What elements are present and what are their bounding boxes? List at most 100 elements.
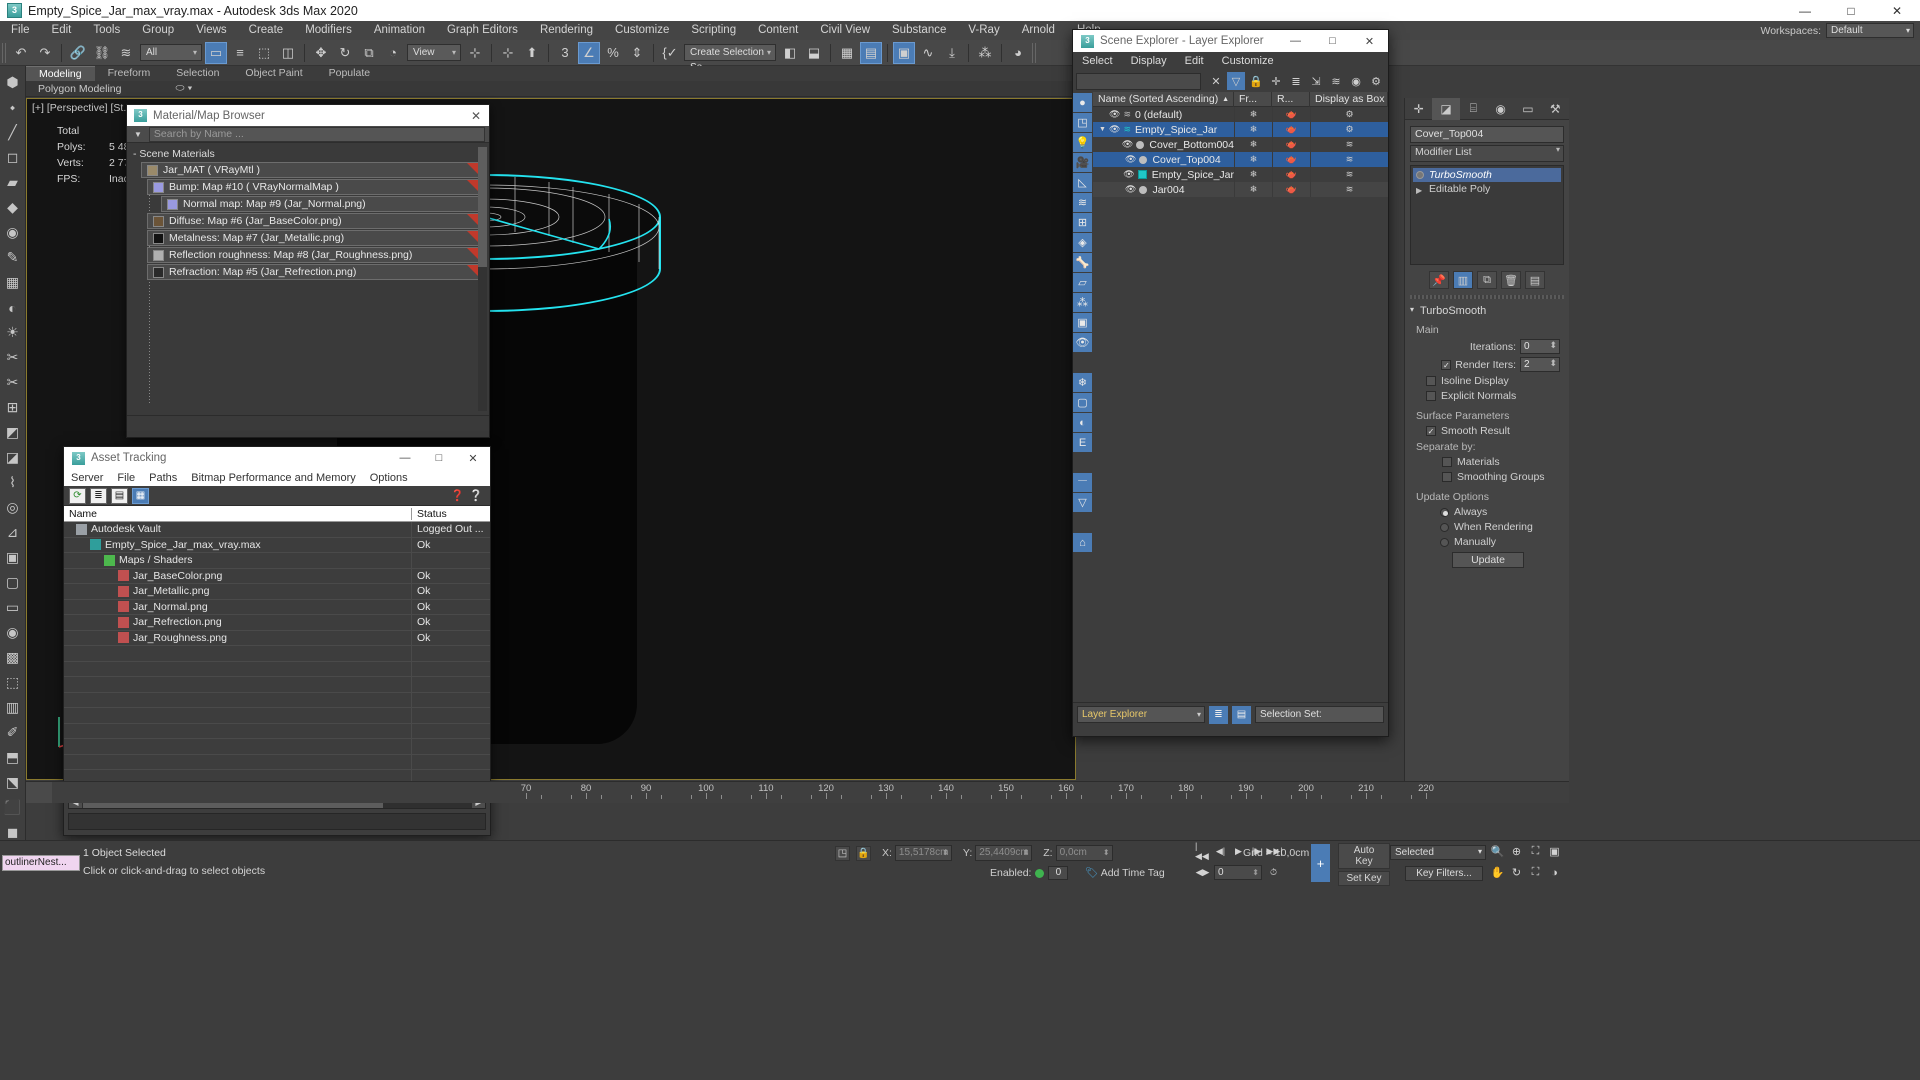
ribbon-tab-modeling[interactable]: Modeling [26, 66, 95, 81]
coord-y-value[interactable]: 25,4409cm [975, 845, 1033, 861]
modifier-enabled-icon[interactable] [1416, 171, 1424, 179]
toolbar-grip-2[interactable] [1032, 42, 1037, 63]
scene-explorer-menu-select[interactable]: Select [1073, 55, 1122, 67]
named-selection-sets-input[interactable]: Create Selection Se [684, 44, 776, 73]
filter-eye-icon[interactable]: 👁 [1073, 333, 1092, 352]
swift-loop-icon[interactable]: ◉ [2, 220, 24, 245]
filter-all-icon[interactable]: ● [1073, 93, 1092, 112]
select-and-scale-icon[interactable]: ⧉ [358, 42, 380, 64]
filter-particles-icon[interactable]: ⁂ [1073, 293, 1092, 312]
tab-hierarchy[interactable]: ⌸ [1460, 98, 1487, 120]
asset-row[interactable]: Autodesk Vault Logged Out ... [64, 522, 490, 538]
outliner-nest-tab[interactable]: outlinerNest... [2, 855, 80, 871]
maximize-viewport-icon[interactable]: ⛶ [1528, 865, 1543, 880]
menu-edit[interactable]: Edit [41, 21, 83, 40]
filter-xrefs-icon[interactable]: ◈ [1073, 233, 1092, 252]
renderable-cell[interactable]: 🫖 [1272, 137, 1310, 152]
selection-set-field[interactable]: Selection Set: [1255, 706, 1384, 723]
tessellate-icon[interactable]: ▩ [2, 645, 24, 670]
menu-file[interactable]: File [0, 21, 41, 40]
modifier-stack[interactable]: TurboSmooth ▶ Editable Poly [1410, 165, 1564, 265]
renderable-cell[interactable]: 🫖 [1272, 107, 1310, 122]
menu-content[interactable]: Content [747, 21, 809, 40]
menu-graph-editors[interactable]: Graph Editors [436, 21, 529, 40]
material-map-browser-window[interactable]: 3 Material/Map Browser ✕ ▼ Search by Nam… [126, 104, 490, 438]
scene-explorer-menu-display[interactable]: Display [1122, 55, 1176, 67]
visibility-eye-icon[interactable]: 👁 [1125, 154, 1136, 165]
coord-x-value[interactable]: 15,5178cm [894, 845, 952, 861]
tab-display[interactable]: ▭ [1514, 98, 1541, 120]
schematic-view-icon[interactable]: ⤓ [941, 42, 963, 64]
tab-motion[interactable]: ◉ [1487, 98, 1514, 120]
display-as-box-cell[interactable]: ≋ [1310, 167, 1388, 182]
snap-3d-icon[interactable]: 3 [554, 42, 576, 64]
filter-lights-icon[interactable]: 💡 [1073, 133, 1092, 152]
rectangular-selection-region-icon[interactable]: ⬚ [253, 42, 275, 64]
pin-stack-icon[interactable]: 📌 [1429, 271, 1449, 289]
asset-tracking-close-button[interactable]: ✕ [456, 447, 490, 469]
filter-frozen-icon[interactable]: ❄ [1073, 373, 1092, 392]
ribbon-tab-selection[interactable]: Selection [163, 66, 232, 81]
quick-slice-icon[interactable]: ✂ [2, 345, 24, 370]
inset-icon[interactable]: ▢ [2, 570, 24, 595]
question-icon[interactable]: ❓ [451, 489, 465, 502]
frozen-cell[interactable]: ❄ [1234, 167, 1272, 182]
scene-explorer-row[interactable]: ▼ 👁 ≋ Empty_Spice_Jar ❄ 🫖 ⚙ [1093, 122, 1388, 137]
list-icon[interactable]: ≣ [90, 487, 107, 504]
configure-modifier-sets-icon[interactable]: ▤ [1525, 271, 1545, 289]
filter-cameras-icon[interactable]: 🎥 [1073, 153, 1092, 172]
outline-icon[interactable]: ▭ [2, 595, 24, 620]
unlink-selection-icon[interactable]: ⛓ [91, 42, 113, 64]
asset-row[interactable]: Jar_Metallic.png Ok [64, 583, 490, 600]
reference-coordinate-system-select[interactable]: View [407, 44, 461, 61]
menu-tools[interactable]: Tools [82, 21, 131, 40]
key-mode-select[interactable]: Selected [1390, 845, 1486, 860]
render-iters-checkbox[interactable] [1441, 359, 1452, 370]
orbit-icon[interactable]: ↻ [1509, 865, 1524, 880]
isoline-display-checkbox[interactable] [1426, 376, 1436, 386]
details-icon[interactable]: ▤ [111, 487, 128, 504]
material-browser-list[interactable]: - Scene Materials Jar_MAT ( VRayMtl ) Bum… [127, 143, 489, 415]
material-browser-scrollbar-thumb[interactable] [478, 147, 487, 267]
renderable-cell[interactable]: 🫖 [1272, 182, 1310, 197]
isolate-selection-icon[interactable]: ◳ [835, 845, 850, 861]
pan-view-icon[interactable]: ✋ [1490, 865, 1505, 880]
constraint-icon[interactable]: ⊞ [2, 395, 24, 420]
play-animation-icon[interactable]: ▶ [1231, 844, 1246, 859]
highlight-selected-icon[interactable]: ◉ [1347, 72, 1365, 90]
smooth-result-checkbox[interactable] [1426, 426, 1436, 436]
explicit-normals-checkbox[interactable] [1426, 391, 1436, 401]
scene-explorer-row[interactable]: 👁 Cover_Bottom004 ❄ 🫖 ≋ [1093, 137, 1388, 152]
go-to-start-icon[interactable]: |◀◀ [1195, 841, 1210, 861]
snaps-toggle-icon[interactable]: ⬆ [521, 42, 543, 64]
renderable-cell[interactable]: 🫖 [1272, 122, 1310, 137]
ribbon-tab-populate[interactable]: Populate [316, 66, 383, 81]
display-as-box-cell[interactable]: ≋ [1310, 182, 1388, 197]
layer-collapse-icon[interactable]: ≣ [1287, 72, 1305, 90]
visibility-eye-icon[interactable]: 👁 [1122, 139, 1133, 150]
asset-menu-options[interactable]: Options [363, 472, 415, 484]
display-as-box-cell[interactable]: ≋ [1310, 152, 1388, 167]
paint-connect-icon[interactable]: ✎ [2, 245, 24, 270]
asset-row[interactable]: Jar_Roughness.png Ok [64, 630, 490, 646]
enabled-indicator-icon[interactable] [1035, 868, 1045, 878]
select-and-rotate-icon[interactable]: ↻ [334, 42, 356, 64]
asset-menu-file[interactable]: File [110, 472, 142, 484]
scene-explorer-menu-customize[interactable]: Customize [1213, 55, 1283, 67]
close-button[interactable]: ✕ [1874, 0, 1920, 21]
filter-geometry-icon[interactable]: ◳ [1073, 113, 1092, 132]
zoom-region-icon[interactable]: ▣ [1547, 844, 1562, 859]
mirror-icon[interactable]: ◧ [779, 42, 801, 64]
symmetry-icon[interactable]: ◐ [2, 295, 24, 320]
asset-menu-bitmap-performance-and-memory[interactable]: Bitmap Performance and Memory [184, 472, 362, 484]
poly-modeling-icon[interactable]: ⬢ [2, 70, 24, 95]
timeline-track-bar[interactable]: 70 80 90 100 110 120 130 140 150 160 170 180 190 200 2… [26, 781, 1569, 803]
tab-create[interactable]: ✛ [1405, 98, 1432, 120]
percent-snap-toggle-icon[interactable]: % [602, 42, 624, 64]
go-to-end-icon[interactable]: ▶▶| [1266, 844, 1282, 859]
polygon-icon[interactable]: ▰ [2, 170, 24, 195]
scene-explorer-row[interactable]: 👁 ≋ 0 (default) ❄ 🫖 ⚙ [1093, 107, 1388, 122]
menu-create[interactable]: Create [238, 21, 295, 40]
filter-hidden-icon[interactable]: ▢ [1073, 393, 1092, 412]
previous-frame-icon[interactable]: ◀| [1213, 844, 1228, 859]
